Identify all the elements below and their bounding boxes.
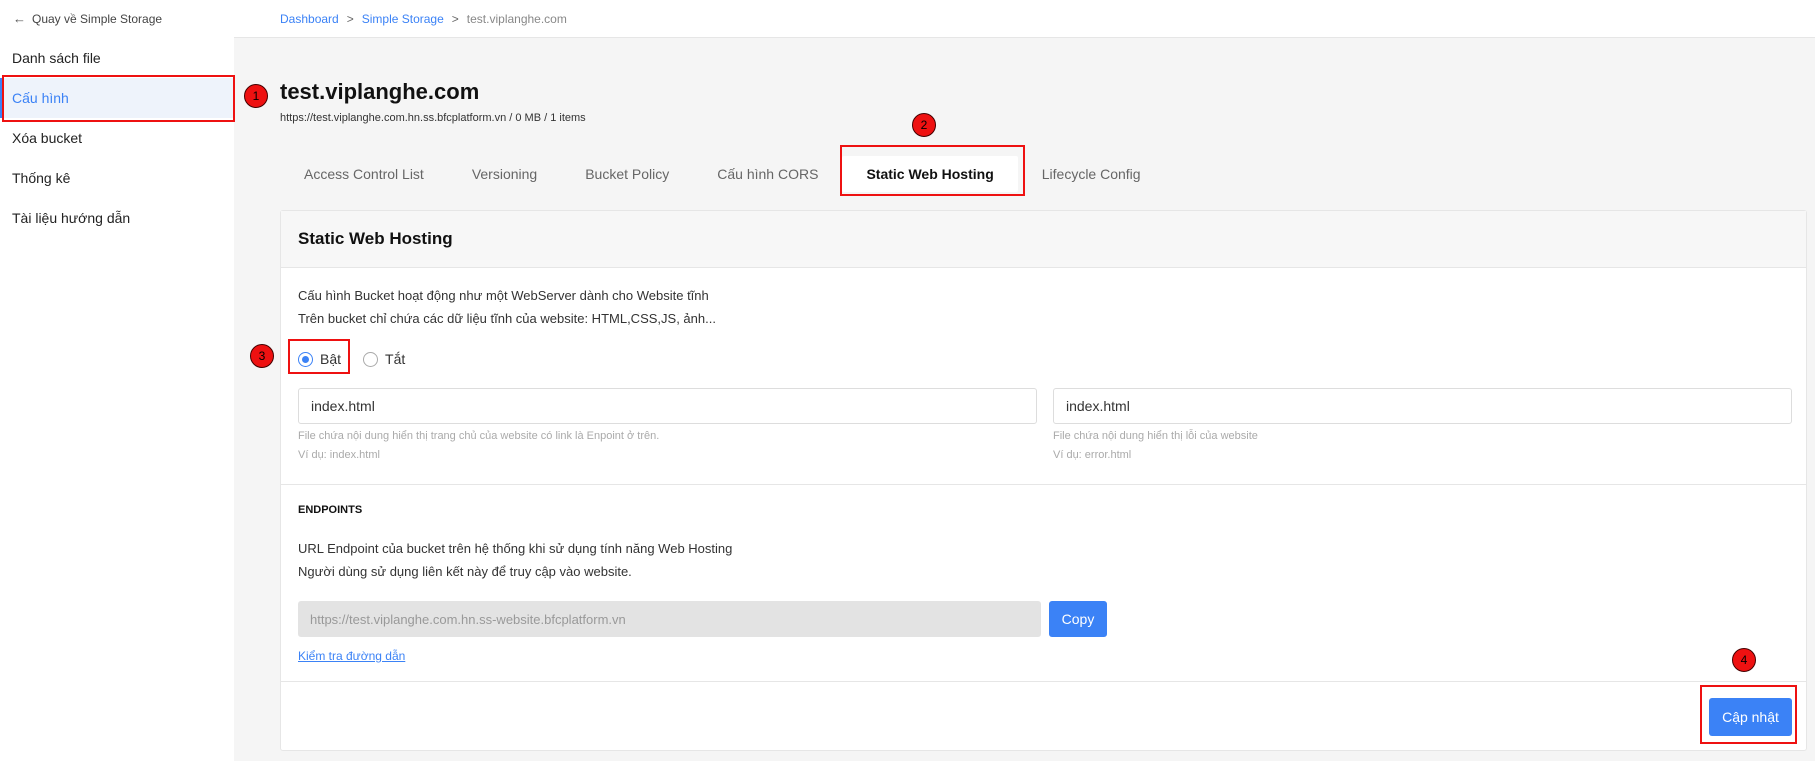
check-url-link[interactable]: Kiểm tra đường dẫn [298, 649, 405, 663]
error-document-input[interactable]: index.html [1053, 388, 1792, 424]
annotation-marker-3: 3 [250, 344, 274, 368]
index-document-input[interactable]: index.html [298, 388, 1037, 424]
tab-access-control-list[interactable]: Access Control List [280, 156, 448, 192]
back-link-label: Quay về Simple Storage [32, 11, 163, 26]
footer-divider [281, 681, 1806, 682]
endpoint-url-field: https://test.viplanghe.com.hn.ss-website… [298, 601, 1041, 637]
breadcrumb-dashboard[interactable]: Dashboard [280, 12, 339, 26]
annotation-box-4 [1700, 685, 1797, 744]
card-title: Static Web Hosting [298, 229, 453, 248]
radio-disable-label: Tắt [385, 351, 406, 367]
card-header: Static Web Hosting [281, 211, 1806, 268]
section-divider [281, 484, 1806, 485]
error-hint-2: Ví dụ: error.html [1053, 449, 1132, 461]
index-hint-2: Ví dụ: index.html [298, 449, 380, 461]
index-hint-1: File chứa nội dung hiển thị trang chủ củ… [298, 430, 660, 442]
annotation-box-3 [288, 339, 350, 374]
breadcrumb-separator: > [451, 12, 459, 26]
endpoints-description-1: URL Endpoint của bucket trên hệ thống kh… [298, 541, 733, 556]
arrow-left-icon: ← [13, 11, 26, 26]
breadcrumb-simple-storage[interactable]: Simple Storage [362, 12, 444, 26]
sidebar-item-delete-bucket[interactable]: Xóa bucket [0, 118, 234, 158]
tab-lifecycle-config[interactable]: Lifecycle Config [1018, 156, 1165, 192]
tab-bucket-policy[interactable]: Bucket Policy [561, 156, 693, 192]
page-title: test.viplanghe.com [280, 79, 480, 104]
page-subtitle: https://test.viplanghe.com.hn.ss.bfcplat… [280, 112, 586, 124]
header-divider [0, 37, 1815, 38]
breadcrumb: Dashboard > Simple Storage > test.viplan… [280, 12, 567, 26]
annotation-marker-1: 1 [244, 84, 268, 108]
sidebar-item-file-list[interactable]: Danh sách file [0, 38, 234, 78]
endpoints-description-2: Người dùng sử dụng liên kết này để truy … [298, 564, 632, 579]
annotation-box-1 [2, 75, 235, 122]
static-web-hosting-card: Static Web Hosting Cấu hình Bucket hoạt … [280, 210, 1807, 751]
tab-versioning[interactable]: Versioning [448, 156, 561, 192]
radio-unchecked-icon [363, 351, 379, 367]
annotation-box-2 [840, 145, 1025, 196]
sidebar-item-label: Xóa bucket [12, 130, 83, 146]
sidebar-item-label: Danh sách file [12, 50, 101, 66]
breadcrumb-separator: > [346, 12, 354, 26]
tab-cors[interactable]: Cấu hình CORS [693, 156, 842, 192]
sidebar-item-label: Tài liệu hướng dẫn [12, 210, 131, 226]
sidebar-item-docs[interactable]: Tài liệu hướng dẫn [0, 198, 234, 238]
sidebar-item-stats[interactable]: Thống kê [0, 158, 234, 198]
error-hint-1: File chứa nội dung hiển thị lỗi của webs… [1053, 430, 1258, 442]
description-line-1: Cấu hình Bucket hoạt động như một WebSer… [298, 288, 709, 303]
annotation-marker-2: 2 [912, 113, 936, 137]
breadcrumb-current: test.viplanghe.com [466, 12, 567, 26]
sidebar-item-label: Thống kê [12, 170, 71, 186]
description-line-2: Trên bucket chỉ chứa các dữ liệu tĩnh củ… [298, 311, 716, 326]
endpoints-heading: ENDPOINTS [298, 504, 363, 516]
back-link[interactable]: ← Quay về Simple Storage [13, 11, 162, 26]
copy-button[interactable]: Copy [1049, 601, 1107, 637]
annotation-marker-4: 4 [1732, 648, 1756, 672]
radio-disable[interactable]: Tắt [363, 351, 405, 367]
tab-bar: Access Control List Versioning Bucket Po… [280, 156, 1165, 192]
